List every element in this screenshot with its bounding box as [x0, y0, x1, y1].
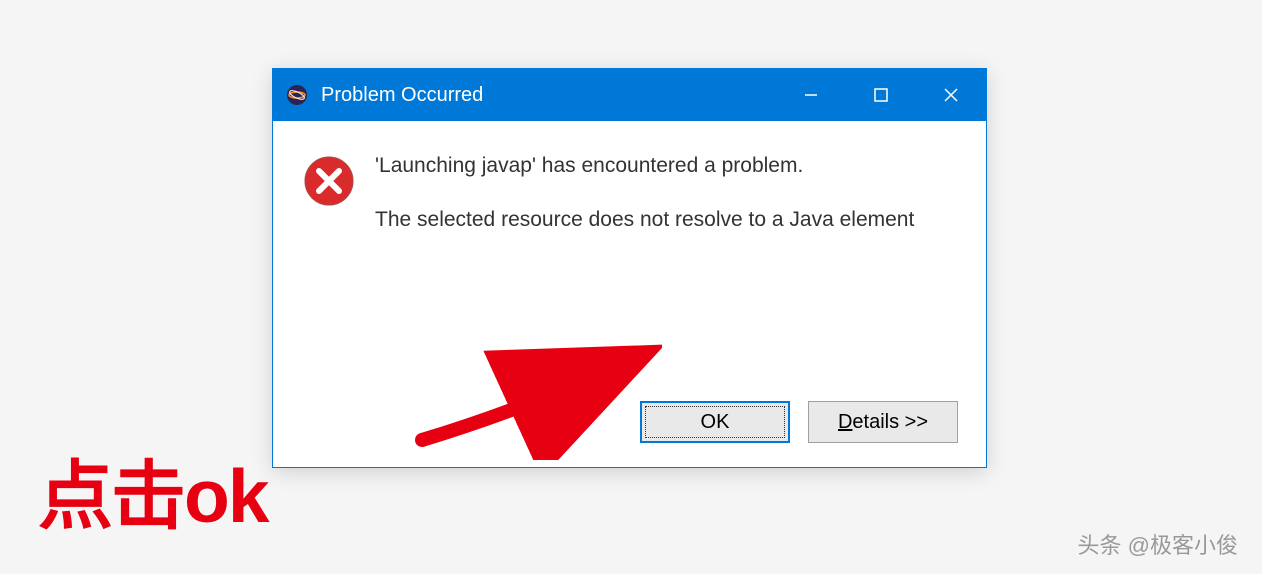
- window-controls: [776, 69, 986, 121]
- ok-button[interactable]: OK: [640, 401, 790, 443]
- details-button[interactable]: Details >>: [808, 401, 958, 443]
- dialog-buttons: OK Details >>: [640, 401, 958, 443]
- annotation-text: 点击ok: [38, 435, 268, 544]
- problem-dialog: Problem Occurred 'Launching javap' has e…: [272, 68, 987, 468]
- titlebar[interactable]: Problem Occurred: [273, 69, 986, 121]
- detail-message: The selected resource does not resolve t…: [375, 204, 956, 236]
- close-button[interactable]: [916, 69, 986, 121]
- maximize-button[interactable]: [846, 69, 916, 121]
- dialog-body: 'Launching javap' has encountered a prob…: [273, 121, 986, 256]
- error-icon: [303, 151, 355, 236]
- eclipse-icon: [285, 83, 309, 107]
- minimize-button[interactable]: [776, 69, 846, 121]
- watermark: 头条 @极客小俊: [1078, 528, 1238, 560]
- main-message: 'Launching javap' has encountered a prob…: [375, 151, 956, 180]
- dialog-text: 'Launching javap' has encountered a prob…: [375, 151, 956, 236]
- details-label: Details >>: [838, 411, 928, 434]
- dialog-title: Problem Occurred: [321, 84, 776, 107]
